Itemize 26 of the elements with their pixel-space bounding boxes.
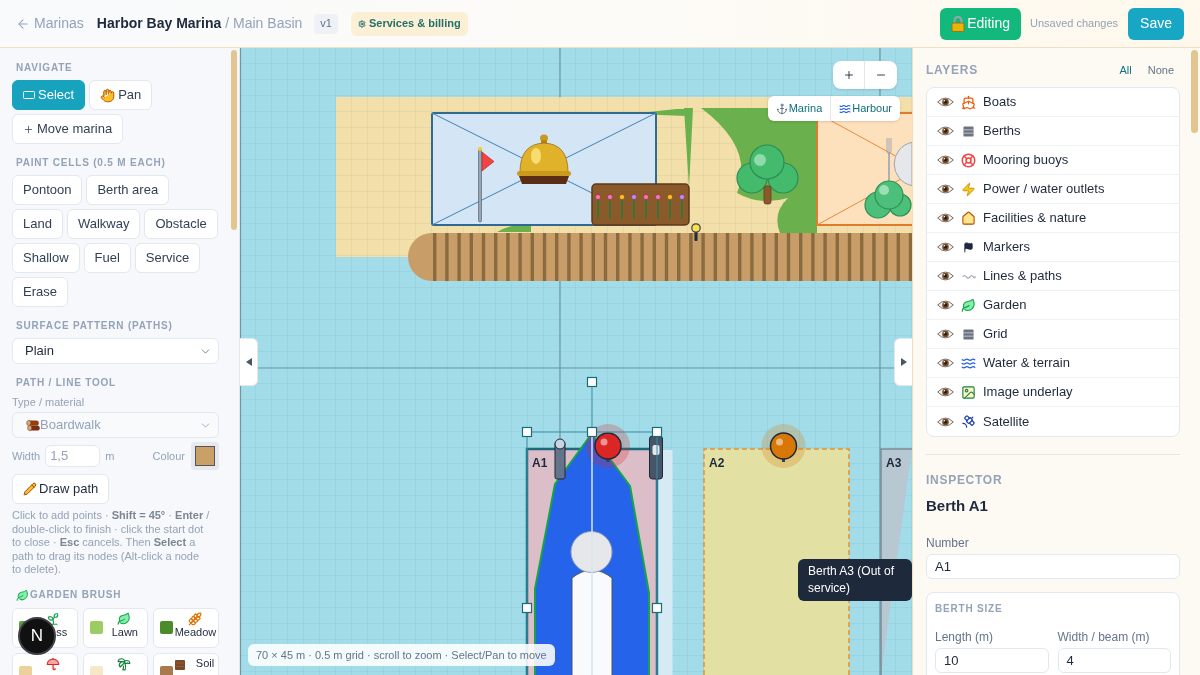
- section-heading: BERTH SIZE: [935, 603, 1004, 615]
- version-badge: v1: [314, 13, 338, 34]
- section-heading: INSPECTOR: [926, 473, 1004, 487]
- berth-label: A3: [886, 456, 902, 470]
- canvas-hint: 70 × 45 m · 0.5 m grid · scroll to zoom · Select/Pan to move: [248, 644, 555, 666]
- section-heading: NAVIGATE: [15, 62, 74, 74]
- section-heading: LAYERS: [926, 62, 978, 79]
- marina-title: Harbor Bay Marina: [96, 14, 222, 33]
- field-label: Number: [926, 536, 970, 550]
- inspector-title: Berth A1: [926, 497, 989, 515]
- help-text: Click to add points · Shift = 45° · Enter / double-click to finish · click the start dot to close · Esc cancels. Then Select a path to drag its nodes (Alt-click a node to delete).: [12, 509, 211, 577]
- berth-label: A2: [709, 456, 725, 470]
- field-label: Length (m): [935, 630, 995, 644]
- berth-label: A1: [532, 456, 548, 470]
- section-heading: PATH / LINE TOOL: [15, 377, 118, 389]
- field-label: Colour: [152, 448, 185, 464]
- save-status: Unsaved changes: [1030, 16, 1119, 32]
- section-heading: PAINT CELLS (0.5 M EACH): [15, 157, 167, 169]
- field-label: Width: [12, 448, 41, 464]
- field-label: Width / beam (m): [1057, 630, 1151, 644]
- section-heading: GARDEN BRUSH: [30, 589, 122, 602]
- unit-label: m: [105, 448, 115, 464]
- field-label: Type / material: [12, 396, 86, 408]
- section-heading: SURFACE PATTERN (PATHS): [15, 320, 174, 332]
- tooltip: Berth A3 (Out of service): [798, 559, 912, 601]
- basin-name: / Main Basin: [225, 14, 303, 33]
